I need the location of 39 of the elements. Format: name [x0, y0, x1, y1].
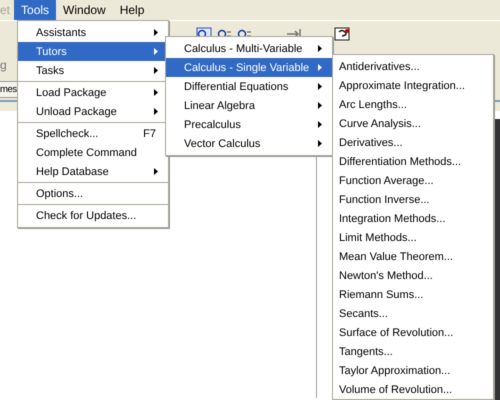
menu-bar-item[interactable]: Tools [14, 0, 56, 20]
menu-item[interactable]: Derivatives... [333, 133, 493, 152]
menu-bar-item[interactable]: Window [56, 0, 113, 20]
menu-item[interactable]: Surface of Revolution... [333, 323, 493, 342]
menu-item[interactable]: Secants... [333, 304, 493, 323]
menu-item[interactable]: Tasks [18, 61, 168, 80]
menu-item[interactable]: Tutors [18, 42, 168, 61]
menu-item[interactable]: Mean Value Theorem... [333, 247, 493, 266]
toolbar-label: g [0, 58, 7, 72]
menu-bar-item[interactable]: Help [112, 0, 152, 20]
menu-item[interactable]: Antiderivatives... [333, 57, 493, 76]
menu-item[interactable]: Calculus - Single Variable [166, 58, 332, 77]
menu-item[interactable]: Precalculus [166, 115, 332, 134]
menu-item[interactable]: Tangents... [333, 342, 493, 361]
menu-item[interactable]: Approximate Integration... [333, 76, 493, 95]
menu-item[interactable]: Complete Command [18, 143, 168, 162]
menu-item[interactable]: Curve Analysis... [333, 114, 493, 133]
menu-item[interactable]: Function Average... [333, 171, 493, 190]
menu-item[interactable]: Differentiation Methods... [333, 152, 493, 171]
menu-item[interactable]: Limit Methods... [333, 228, 493, 247]
menu-item[interactable]: Assistants [18, 23, 168, 42]
menu-item[interactable]: Volume of Revolution... [333, 380, 493, 399]
menu-item[interactable]: Calculus - Multi-Variable [166, 39, 332, 58]
menu-item[interactable]: Newton's Method... [333, 266, 493, 285]
menu-item[interactable]: Help Database [18, 162, 168, 181]
menu-item[interactable]: Differential Equations [166, 77, 332, 96]
menu-item[interactable]: Integration Methods... [333, 209, 493, 228]
menu-item[interactable]: Spellcheck... F7 [18, 124, 168, 143]
menu-item[interactable]: Vector Calculus [166, 134, 332, 153]
menu-item[interactable]: Unload Package [18, 102, 168, 121]
menu-item[interactable]: Function Inverse... [333, 190, 493, 209]
menu-item[interactable]: Riemann Sums... [333, 285, 493, 304]
menu-item[interactable]: Load Package [18, 83, 168, 102]
menu-item[interactable]: Arc Lengths... [333, 95, 493, 114]
menu-item[interactable]: Options... [18, 184, 168, 203]
menu-item[interactable]: Check for Updates... [18, 206, 168, 225]
menu-item[interactable]: Taylor Approximation... [333, 361, 493, 380]
menu-item[interactable]: Linear Algebra [166, 96, 332, 115]
help-icon[interactable] [334, 27, 350, 41]
